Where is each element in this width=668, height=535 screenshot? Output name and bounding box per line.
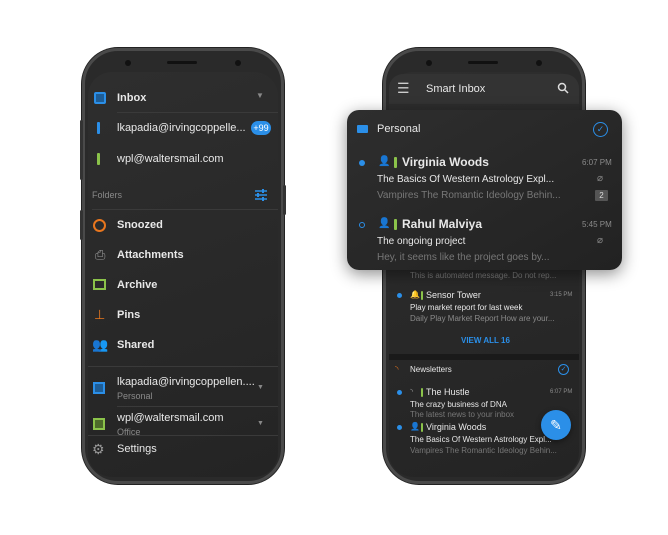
unread-dot <box>397 293 402 298</box>
camera <box>426 60 432 66</box>
camera <box>125 60 131 66</box>
folder-label: Pins <box>117 309 141 321</box>
compose-button[interactable]: ✎ <box>541 410 571 440</box>
sender: Virginia Woods <box>402 155 489 169</box>
rss-icon: ◝ <box>410 387 414 396</box>
account-email[interactable]: lkapadia@irvingcoppelle... <box>117 122 246 134</box>
sender: Sensor Tower <box>426 290 481 300</box>
settings-label: Settings <box>117 443 157 455</box>
subject: Play market report for last week <box>410 303 523 312</box>
chevron-down-icon[interactable]: ▼ <box>257 384 264 391</box>
email-preview: Daily Play Market Report How are your... <box>410 314 555 323</box>
unread-dot <box>397 390 402 395</box>
rss-icon: ◝ <box>395 364 399 374</box>
email-preview: This is automated message. Do not rep... <box>410 271 557 280</box>
folders-heading: Folders <box>92 190 123 200</box>
people-icon: 👥 <box>92 337 109 352</box>
unread-badge: +99 <box>251 121 271 135</box>
email-preview: Vampires The Romantic Ideology Behin... <box>410 446 557 455</box>
time: 6:07 PM <box>582 158 612 167</box>
subject: The ongoing project <box>377 236 466 247</box>
inbox-row[interactable]: Inbox ▼ <box>88 86 278 110</box>
check-circle-icon[interactable]: ✓ <box>558 364 569 375</box>
folder-label: Attachments <box>117 249 184 261</box>
subject: The crazy business of DNA <box>410 400 507 409</box>
pin-icon: ⊥ <box>94 307 106 322</box>
sensor <box>536 60 542 66</box>
folder-label: Snoozed <box>117 219 163 231</box>
paperclip-icon: ⌀ <box>597 235 604 246</box>
chevron-down-icon[interactable]: ▼ <box>256 91 264 100</box>
person-icon: 👤 <box>410 422 420 431</box>
speaker <box>468 61 498 64</box>
paperclip-icon: ⎙ <box>95 247 106 262</box>
mailbox-email: lkapadia@irvingcoppellen.... <box>117 376 255 388</box>
screen-title: Smart Inbox <box>426 83 486 95</box>
folder-label: Archive <box>117 279 158 291</box>
time: 5:45 PM <box>582 220 612 229</box>
email-preview: Vampires The Romantic Ideology Behin... <box>377 190 561 201</box>
mailbox-type: Office <box>117 427 141 435</box>
hamburger-menu-icon[interactable]: ☰ <box>397 80 410 97</box>
person-icon: 👤 <box>378 218 391 229</box>
subject: The Basics Of Western Astrology Expl... <box>377 174 555 185</box>
thread-count-badge: 2 <box>595 190 608 201</box>
mail-icon <box>357 125 368 133</box>
speaker <box>167 61 197 64</box>
side-button <box>283 185 286 215</box>
search-icon[interactable] <box>557 82 569 94</box>
clock-icon <box>93 219 106 232</box>
bell-icon: 🔔 <box>410 290 420 299</box>
account-email[interactable]: wpl@waltersmail.com <box>117 153 224 165</box>
time: 6:07 PM <box>550 389 573 395</box>
account-color-bar <box>97 153 100 165</box>
side-button <box>80 120 83 180</box>
side-button <box>80 210 83 240</box>
sender: The Hustle <box>426 387 470 397</box>
inbox-icon <box>93 418 105 430</box>
sender: Virginia Woods <box>426 422 487 432</box>
read-dot <box>359 222 365 228</box>
filter-settings-icon[interactable] <box>254 188 268 202</box>
pencil-icon: ✎ <box>550 417 562 433</box>
inbox-label: Inbox <box>117 92 147 104</box>
account-color-bar <box>394 219 397 230</box>
inbox-icon <box>94 92 106 104</box>
unread-dot <box>359 160 365 166</box>
archive-icon <box>93 279 106 290</box>
inbox-icon <box>93 382 105 394</box>
person-icon: 👤 <box>378 156 391 167</box>
subject: The Basics Of Western Astrology Expl... <box>410 435 552 444</box>
section-title: Newsletters <box>410 365 452 374</box>
paperclip-icon: ⌀ <box>597 173 604 184</box>
mailbox-email: wpl@waltersmail.com <box>117 412 224 424</box>
email-preview: The latest news to your inbox <box>410 410 515 419</box>
account-color-bar <box>97 122 100 134</box>
account-color-bar <box>394 157 397 168</box>
email-preview: Hey, it seems like the project goes by..… <box>377 252 550 263</box>
check-circle-icon[interactable]: ✓ <box>593 122 608 137</box>
unread-dot <box>397 425 402 430</box>
sender: Rahul Malviya <box>402 217 483 231</box>
section-separator <box>389 354 579 360</box>
mailbox-type: Personal <box>117 391 153 401</box>
chevron-down-icon[interactable]: ▼ <box>257 420 264 427</box>
section-title: Personal <box>377 123 421 135</box>
account-color-bar <box>421 291 423 300</box>
folder-label: Shared <box>117 339 155 351</box>
time: 3:15 PM <box>550 292 573 298</box>
account-color-bar <box>421 423 423 432</box>
sensor <box>235 60 241 66</box>
view-all-button[interactable]: VIEW ALL 16 <box>461 336 510 345</box>
gear-icon: ⚙ <box>92 441 105 457</box>
account-color-bar <box>421 388 423 397</box>
